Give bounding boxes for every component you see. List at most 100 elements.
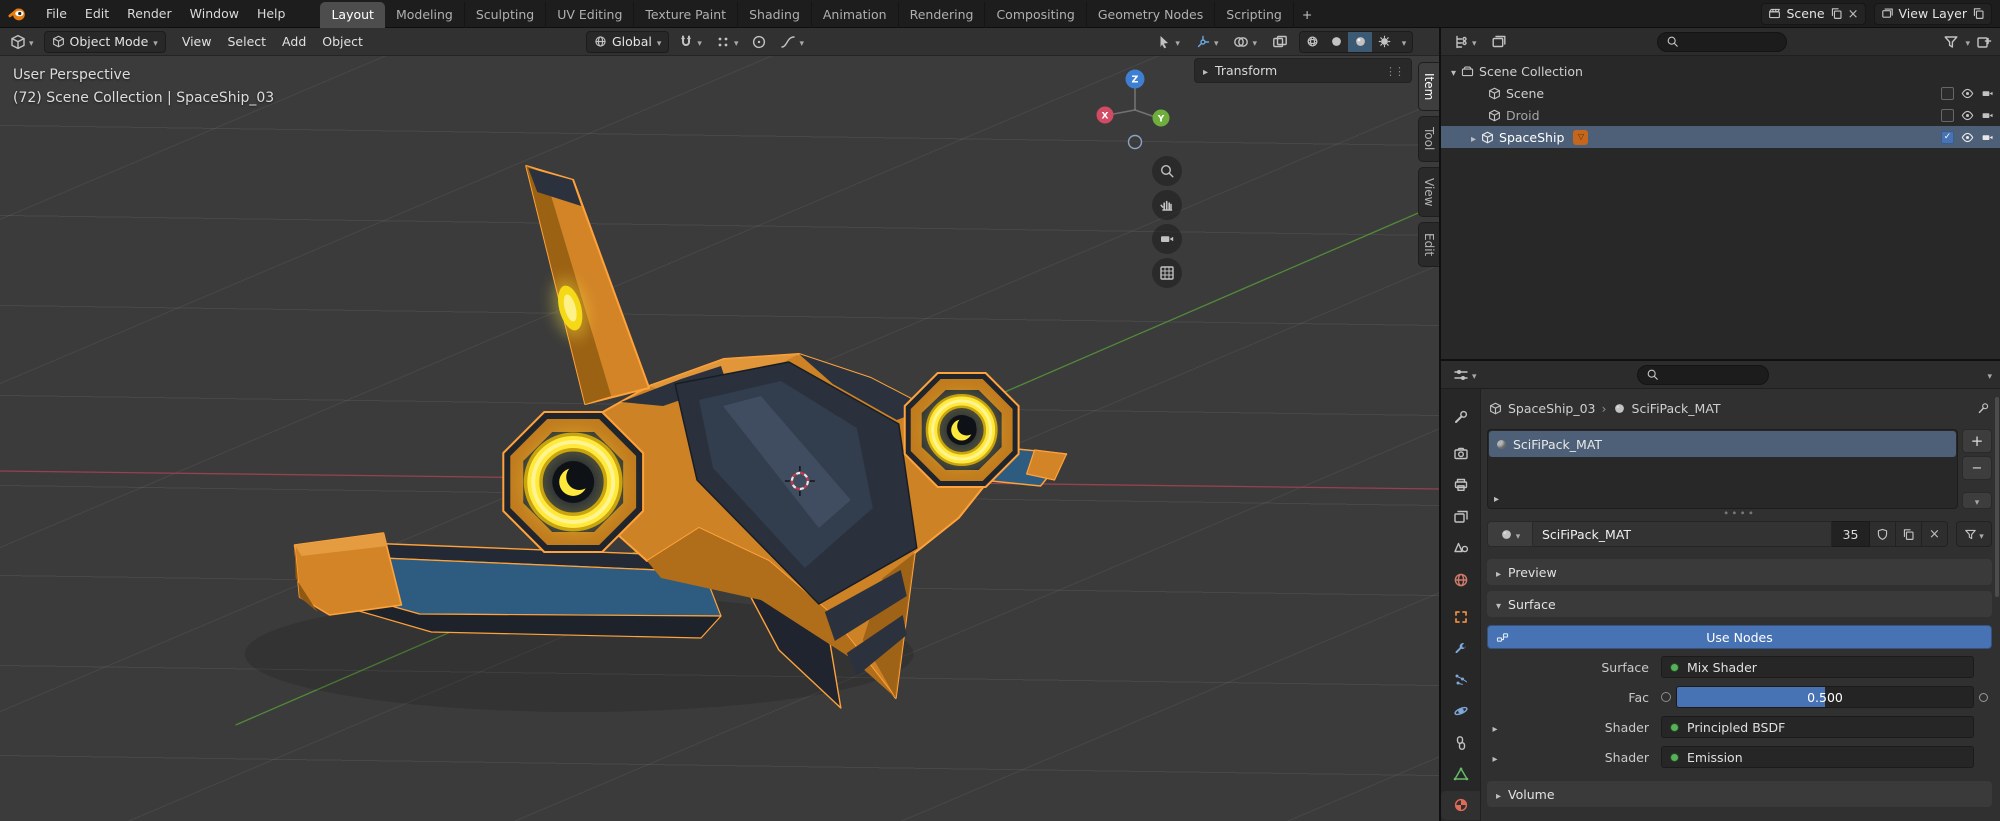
- shading-options-dropdown[interactable]: [1396, 31, 1412, 53]
- drag-handle-icon[interactable]: [1385, 63, 1403, 78]
- tab-output[interactable]: [1441, 471, 1480, 500]
- list-expand-icon[interactable]: [1494, 490, 1499, 505]
- selectable-checkbox[interactable]: [1941, 131, 1954, 144]
- menu-file[interactable]: File: [37, 2, 76, 25]
- proportional-falloff-dropdown[interactable]: [776, 31, 808, 53]
- pan-button[interactable]: [1152, 190, 1182, 220]
- gizmos-dropdown[interactable]: [1191, 31, 1223, 53]
- panel-surface[interactable]: Surface: [1487, 591, 1992, 617]
- pin-icon[interactable]: [1977, 402, 1990, 415]
- add-workspace-button[interactable]: +: [1294, 2, 1320, 28]
- workspace-tab-uv-editing[interactable]: UV Editing: [546, 2, 634, 28]
- menu-render[interactable]: Render: [118, 2, 181, 25]
- outliner-row-scene-collection[interactable]: Scene Collection: [1441, 60, 2000, 82]
- resize-grip[interactable]: ∙∙∙∙: [1487, 509, 1992, 518]
- transform-panel-header[interactable]: Transform: [1194, 58, 1412, 83]
- workspace-tab-layout[interactable]: Layout: [320, 2, 385, 28]
- view-layer-selector[interactable]: View Layer: [1874, 3, 1993, 25]
- tab-object-data[interactable]: [1441, 759, 1480, 788]
- toggle-orthographic-button[interactable]: [1152, 258, 1182, 288]
- blender-logo-icon[interactable]: [8, 4, 27, 23]
- chevron-down-icon[interactable]: [1965, 34, 1970, 49]
- shader-dropdown-emission[interactable]: Emission: [1661, 746, 1974, 768]
- tab-physics[interactable]: [1441, 697, 1480, 726]
- properties-search-input[interactable]: [1637, 365, 1769, 385]
- breadcrumb-object[interactable]: SpaceShip_03: [1508, 401, 1596, 416]
- remove-slot-button[interactable]: [1962, 456, 1992, 480]
- outliner-editor-type-button[interactable]: [1449, 31, 1481, 53]
- workspace-tab-animation[interactable]: Animation: [812, 2, 899, 28]
- sidebar-tab-tool[interactable]: Tool: [1418, 116, 1439, 161]
- menu-object[interactable]: Object: [314, 30, 371, 53]
- object-type-visibility-dropdown[interactable]: [1152, 31, 1184, 53]
- workspace-tab-shading[interactable]: Shading: [738, 2, 812, 28]
- workspace-tab-rendering[interactable]: Rendering: [899, 2, 986, 28]
- material-slot[interactable]: SciFiPack_MAT: [1489, 431, 1956, 457]
- tab-render[interactable]: [1441, 439, 1480, 468]
- shading-wireframe-button[interactable]: [1300, 31, 1324, 53]
- overlays-dropdown[interactable]: [1229, 31, 1261, 53]
- zoom-button[interactable]: [1152, 156, 1182, 186]
- transform-orientation-dropdown[interactable]: Global: [586, 31, 669, 53]
- proportional-edit-toggle[interactable]: [747, 31, 771, 53]
- shading-material-preview-button[interactable]: [1348, 31, 1372, 53]
- outliner-row-spaceship[interactable]: SpaceShip: [1441, 126, 2000, 148]
- scene-selector[interactable]: Scene: [1761, 3, 1865, 25]
- add-slot-button[interactable]: [1962, 429, 1992, 453]
- outliner-search-input[interactable]: [1657, 32, 1787, 52]
- fac-slider[interactable]: 0.500: [1676, 686, 1974, 708]
- menu-window[interactable]: Window: [181, 2, 248, 25]
- xray-toggle[interactable]: [1268, 31, 1292, 53]
- surface-shader-dropdown[interactable]: Mix Shader: [1661, 656, 1974, 678]
- tab-modifiers[interactable]: [1441, 634, 1480, 663]
- unlink-material-button[interactable]: [1922, 521, 1948, 547]
- axis-neg-z-handle[interactable]: [1129, 136, 1142, 149]
- material-name-field[interactable]: SciFiPack_MAT: [1533, 521, 1832, 547]
- outliner-display-mode-dropdown[interactable]: [1487, 31, 1511, 53]
- chevron-down-icon[interactable]: [1987, 367, 1992, 382]
- material-filter-button[interactable]: [1956, 521, 1992, 547]
- camera-view-button[interactable]: [1152, 224, 1182, 254]
- new-view-layer-icon[interactable]: [1972, 7, 1985, 20]
- panel-preview[interactable]: Preview: [1487, 559, 1992, 585]
- menu-edit[interactable]: Edit: [76, 2, 118, 25]
- snap-settings-dropdown[interactable]: [711, 31, 743, 53]
- expand-icon[interactable]: [1471, 130, 1476, 145]
- tab-particles[interactable]: [1441, 665, 1480, 694]
- new-material-button[interactable]: [1896, 521, 1922, 547]
- eye-icon[interactable]: [1961, 131, 1974, 144]
- menu-select[interactable]: Select: [219, 30, 274, 53]
- sidebar-tab-view[interactable]: View: [1418, 167, 1439, 217]
- shader-dropdown-principled[interactable]: Principled BSDF: [1661, 716, 1974, 738]
- workspace-tab-modeling[interactable]: Modeling: [385, 2, 465, 28]
- sidebar-tab-item[interactable]: Item: [1418, 62, 1439, 111]
- navigation-gizmo[interactable]: Z X Y: [1092, 66, 1180, 154]
- mode-dropdown[interactable]: Object Mode: [44, 31, 166, 53]
- scrollbar[interactable]: [1995, 397, 1999, 597]
- eye-icon[interactable]: [1961, 109, 1974, 122]
- editor-type-button[interactable]: [6, 31, 38, 53]
- expand-icon[interactable]: [1492, 750, 1497, 765]
- new-collection-icon[interactable]: [1976, 34, 1992, 50]
- outliner-row-scene[interactable]: Scene: [1441, 82, 2000, 104]
- fake-user-button[interactable]: [1870, 521, 1896, 547]
- filter-icon[interactable]: [1943, 34, 1959, 50]
- collapse-icon[interactable]: [1451, 64, 1456, 79]
- use-nodes-button[interactable]: Use Nodes: [1487, 625, 1992, 649]
- menu-view[interactable]: View: [174, 30, 220, 53]
- camera-icon[interactable]: [1981, 109, 1994, 122]
- menu-add[interactable]: Add: [274, 30, 314, 53]
- shading-solid-button[interactable]: [1324, 31, 1348, 53]
- tab-tool[interactable]: [1441, 402, 1480, 431]
- selectable-checkbox[interactable]: [1941, 109, 1954, 122]
- panel-volume[interactable]: Volume: [1487, 781, 1992, 807]
- tab-view-layer[interactable]: [1441, 502, 1480, 531]
- properties-editor-type-button[interactable]: [1449, 364, 1481, 386]
- new-scene-icon[interactable]: [1830, 7, 1843, 20]
- breadcrumb-material[interactable]: SciFiPack_MAT: [1632, 401, 1721, 416]
- tab-material[interactable]: [1441, 791, 1480, 820]
- tab-constraints[interactable]: [1441, 728, 1480, 757]
- menu-help[interactable]: Help: [248, 2, 295, 25]
- unlink-scene-icon[interactable]: [1848, 6, 1859, 22]
- workspace-tab-compositing[interactable]: Compositing: [985, 2, 1086, 28]
